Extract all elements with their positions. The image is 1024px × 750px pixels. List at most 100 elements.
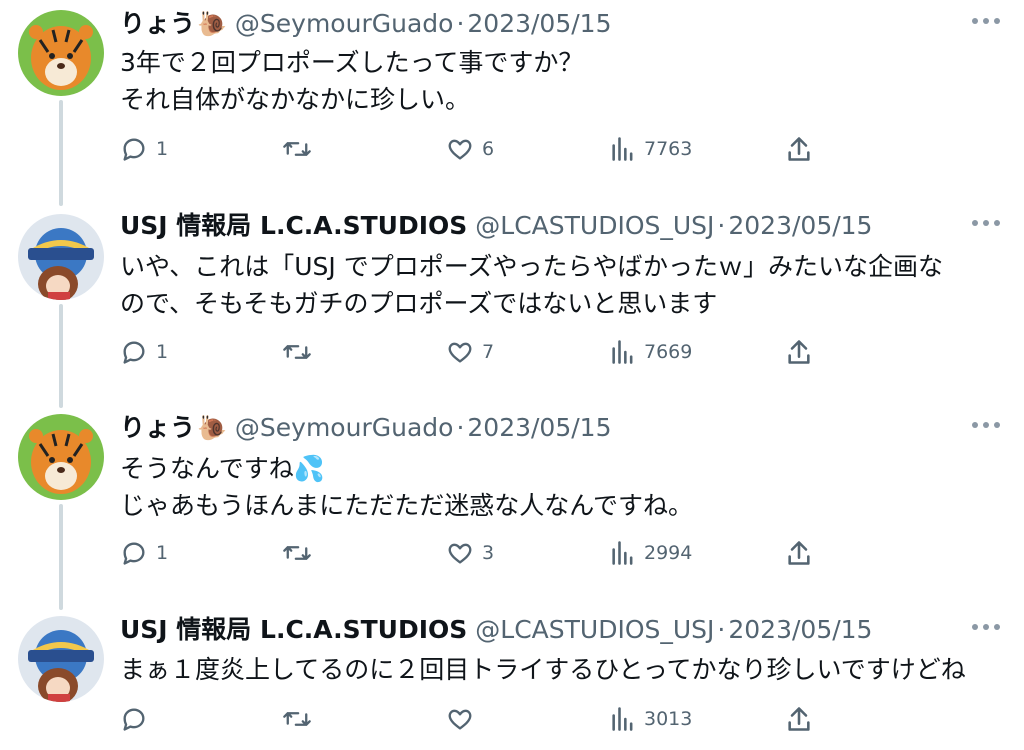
tweet-header: USJ 情報局 L.C.A.STUDIOS @LCASTUDIOS_USJ · … [120,206,872,246]
heart-icon [448,543,472,564]
retweet-button[interactable] [282,538,320,568]
retweet-icon [283,142,311,156]
reply-count: 1 [156,138,169,160]
tweet[interactable]: USJ 情報局 L.C.A.STUDIOS @LCASTUDIOS_USJ · … [0,610,1024,750]
tweet-text: いや、これは「USJ でプロポーズやったらやばかったｗ」みたいな企画な ので、そ… [120,248,1000,322]
user-handle[interactable]: @LCASTUDIOS_USJ [475,610,714,650]
separator-dot: · [456,9,465,38]
tweet-text-line: じゃあもうほんまにただただ迷惑な人なんですね。 [120,491,694,520]
usj-avatar-icon [18,214,104,300]
heart-icon [448,709,472,730]
tweet-actions: 1 7 7669 [120,337,820,367]
tweet-date[interactable]: 2023/05/15 [728,610,872,650]
reply-count: 1 [156,341,169,363]
more-options-icon[interactable] [972,624,1000,630]
avatar[interactable] [18,10,104,96]
view-count: 3013 [644,708,693,730]
tweet-text-line: まぁ１度炎上してるのに２回目トライするひとってかなり珍しいですけどね [120,655,966,684]
tiger-avatar-icon [18,10,104,96]
tweet-text-line: そうなんですね💦 [120,454,325,483]
views-button[interactable]: 7669 [610,337,692,367]
user-handle[interactable]: @SeymourGuado [235,4,454,44]
retweet-icon [283,546,311,560]
views-button[interactable]: 3013 [610,704,692,734]
display-name[interactable]: USJ 情報局 L.C.A.STUDIOS [120,206,467,246]
tweet-actions: 1 3 2994 [120,538,820,568]
tweet-text-line: いや、これは「USJ でプロポーズやったらやばかったｗ」みたいな企画な [120,252,943,281]
reply-button[interactable]: 1 [120,538,168,568]
share-icon [788,137,810,161]
snail-emoji-icon: 🐌 [197,10,227,38]
more-options-icon[interactable] [972,18,1000,24]
retweet-icon [283,345,311,359]
reply-icon [123,708,145,731]
tweet-date[interactable]: 2023/05/15 [467,408,611,448]
avatar[interactable] [18,616,104,702]
reply-button[interactable]: 1 [120,134,168,164]
user-handle[interactable]: @SeymourGuado [235,408,454,448]
tweet-date[interactable]: 2023/05/15 [467,4,611,44]
share-button[interactable] [786,704,812,734]
retweet-button[interactable] [282,704,320,734]
share-icon [788,340,810,364]
retweet-button[interactable] [282,134,320,164]
retweet-button[interactable] [282,337,320,367]
tweet-text: まぁ１度炎上してるのに２回目トライするひとってかなり珍しいですけどね [120,651,1000,688]
like-button[interactable]: 7 [446,337,494,367]
like-count: 7 [482,341,495,363]
view-count: 7763 [644,138,693,160]
views-button[interactable]: 7763 [610,134,692,164]
separator-dot: · [456,413,465,442]
reply-button[interactable]: 1 [120,337,168,367]
tweet-text-line: ので、そもそもガチのプロポーズではないと思います [120,289,718,318]
more-options-icon[interactable] [972,422,1000,428]
tweet[interactable]: りょう 🐌 @SeymourGuado · 2023/05/15 そうなんですね… [0,408,1024,598]
reply-button[interactable] [120,704,156,734]
tweet-actions: 1 6 7763 [120,134,820,164]
tweet-header: りょう 🐌 @SeymourGuado · 2023/05/15 [120,4,611,44]
tweet[interactable]: USJ 情報局 L.C.A.STUDIOS @LCASTUDIOS_USJ · … [0,206,1024,396]
tweet-header: USJ 情報局 L.C.A.STUDIOS @LCASTUDIOS_USJ · … [120,610,872,650]
avatar[interactable] [18,214,104,300]
retweet-icon [283,712,311,726]
view-count: 7669 [644,341,693,363]
reply-icon [123,542,145,565]
tweet-text-line: 3年で２回プロポーズしたって事ですか？ [120,48,584,77]
like-count: 6 [482,138,495,160]
separator-dot: · [717,615,726,644]
views-chart-icon [612,707,633,731]
like-button[interactable]: 6 [446,134,494,164]
share-button[interactable] [786,337,812,367]
display-name[interactable]: USJ 情報局 L.C.A.STUDIOS [120,610,467,650]
views-button[interactable]: 2994 [610,538,692,568]
heart-icon [448,342,472,363]
share-icon [788,541,810,565]
reply-icon [123,138,145,161]
share-button[interactable] [786,538,812,568]
usj-avatar-icon [18,616,104,702]
view-count: 2994 [644,542,693,564]
display-name[interactable]: りょう [120,4,195,44]
tweet[interactable]: りょう 🐌 @SeymourGuado · 2023/05/15 3年で２回プロ… [0,4,1024,194]
share-button[interactable] [786,134,812,164]
tweet-text: 3年で２回プロポーズしたって事ですか？ それ自体がなかなかに珍しい。 [120,44,1000,118]
like-button[interactable] [446,704,482,734]
tweet-header: りょう 🐌 @SeymourGuado · 2023/05/15 [120,408,611,448]
tweet-text-line: それ自体がなかなかに珍しい。 [120,85,471,114]
views-chart-icon [612,137,633,161]
user-handle[interactable]: @LCASTUDIOS_USJ [475,206,714,246]
tweet-date[interactable]: 2023/05/15 [728,206,872,246]
share-icon [788,707,810,731]
reply-icon [123,341,145,364]
avatar[interactable] [18,414,104,500]
views-chart-icon [612,340,633,364]
views-chart-icon [612,541,633,565]
tweet-actions: 3013 [120,704,820,734]
reply-count: 1 [156,542,169,564]
snail-emoji-icon: 🐌 [197,414,227,442]
display-name[interactable]: りょう [120,408,195,448]
more-options-icon[interactable] [972,220,1000,226]
separator-dot: · [717,211,726,240]
tiger-avatar-icon [18,414,104,500]
like-button[interactable]: 3 [446,538,494,568]
